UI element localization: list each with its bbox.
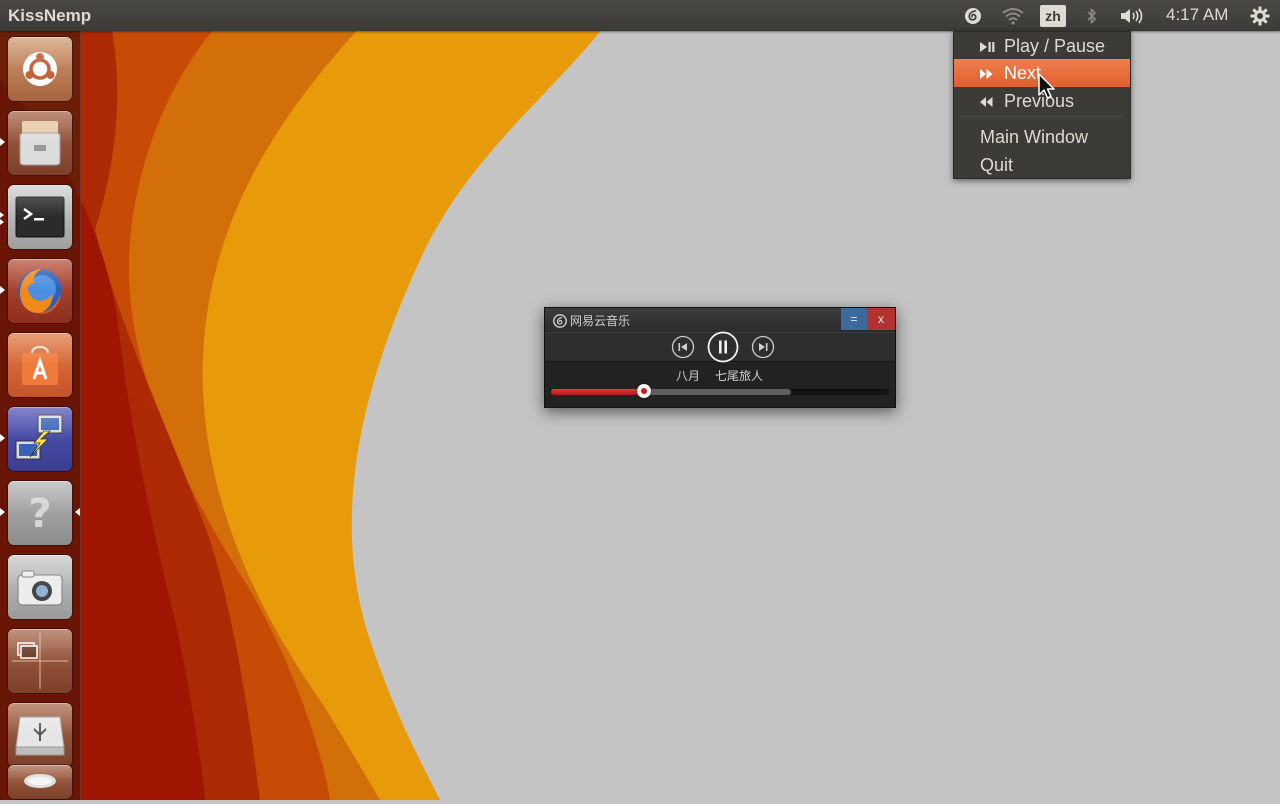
- launcher-item-usb-drive[interactable]: [8, 703, 72, 767]
- bluetooth-icon[interactable]: [1083, 0, 1101, 31]
- wifi-icon[interactable]: [999, 0, 1027, 31]
- player-titlebar[interactable]: 网易云音乐 = x: [545, 308, 895, 332]
- running-indicator: [0, 212, 4, 218]
- next-button[interactable]: [751, 335, 775, 359]
- workspaces-icon: [12, 633, 68, 689]
- mouse-pointer-icon: [1038, 73, 1055, 99]
- play-pause-icon: [980, 42, 995, 52]
- terminal-icon: [15, 196, 65, 238]
- netease-music-tray-icon[interactable]: [962, 0, 984, 31]
- play-pause-button[interactable]: [707, 331, 739, 363]
- skip-next-icon: [751, 335, 775, 359]
- trash-icon: [24, 774, 56, 788]
- netease-music-logo-icon: [553, 313, 567, 328]
- power-gear-icon[interactable]: [1248, 0, 1272, 31]
- ubuntu-logo-icon: [23, 52, 57, 86]
- shopping-bag-icon: [22, 346, 58, 385]
- clock[interactable]: 4:17 AM: [1166, 5, 1228, 25]
- launcher-item-files[interactable]: [8, 111, 72, 175]
- file-cabinet-icon: [19, 121, 61, 166]
- launcher-item-remote-desktop[interactable]: [8, 407, 72, 471]
- launcher-item-terminal[interactable]: [8, 185, 72, 249]
- launcher-item-camera[interactable]: [8, 555, 72, 619]
- launcher-item-trash[interactable]: [8, 765, 72, 799]
- progress-fill: [551, 389, 644, 395]
- top-panel: KissNemp zh 4:17 AM: [0, 0, 1280, 31]
- launcher-item-software-center[interactable]: [8, 333, 72, 397]
- menu-item-main-window[interactable]: Main Window: [954, 123, 1130, 151]
- playback-controls: [545, 331, 895, 363]
- svg-text:?: ?: [28, 491, 51, 537]
- firefox-icon: [18, 269, 62, 314]
- running-indicator: [0, 434, 5, 442]
- mini-player-window: 网易云音乐 = x 八月 七尾旅人: [544, 307, 896, 408]
- language-indicator[interactable]: zh: [1039, 0, 1067, 31]
- network-computers-icon: [15, 414, 63, 460]
- menu-item-label: Play / Pause: [1004, 36, 1106, 56]
- launcher: ?: [0, 31, 81, 800]
- tray-menu: Play / Pause Next Previous Main Window Q…: [953, 31, 1131, 179]
- fast-forward-icon: [980, 69, 993, 79]
- menu-item-quit[interactable]: Quit: [954, 151, 1130, 179]
- progress-handle[interactable]: [636, 384, 651, 398]
- launcher-item-firefox[interactable]: [8, 259, 72, 323]
- player-brand-label: 网易云音乐: [570, 314, 631, 328]
- progress-bar[interactable]: [551, 384, 889, 398]
- track-info: 八月 七尾旅人: [545, 363, 895, 383]
- question-mark-icon: ?: [28, 491, 51, 537]
- close-button[interactable]: x: [867, 308, 895, 330]
- track-title: 八月: [676, 369, 701, 383]
- launcher-item-workspace-switcher[interactable]: [8, 629, 72, 693]
- menu-item-play-pause[interactable]: Play / Pause: [954, 32, 1130, 60]
- app-title: KissNemp: [8, 6, 92, 25]
- running-indicator: [0, 508, 5, 516]
- menu-item-label: Next: [1004, 63, 1042, 83]
- usb-drive-icon: [15, 716, 65, 756]
- previous-button[interactable]: [671, 335, 695, 359]
- rewind-icon: [980, 97, 993, 107]
- camera-icon: [17, 570, 63, 606]
- menu-item-label: Quit: [980, 155, 1014, 175]
- running-indicator: [0, 286, 5, 294]
- launcher-item-help[interactable]: ?: [8, 481, 72, 545]
- minimize-button[interactable]: =: [841, 308, 867, 330]
- launcher-item-dash[interactable]: [8, 37, 72, 101]
- running-indicator: [0, 138, 5, 146]
- pause-icon: [707, 331, 739, 363]
- menu-separator: [960, 116, 1124, 117]
- player-brand: 网易云音乐: [553, 312, 630, 329]
- running-indicator: [0, 219, 4, 225]
- menu-item-label: Main Window: [980, 127, 1089, 147]
- skip-previous-icon: [671, 335, 695, 359]
- volume-icon[interactable]: [1118, 0, 1146, 31]
- track-artist: 七尾旅人: [715, 369, 764, 383]
- focused-indicator: [75, 508, 80, 516]
